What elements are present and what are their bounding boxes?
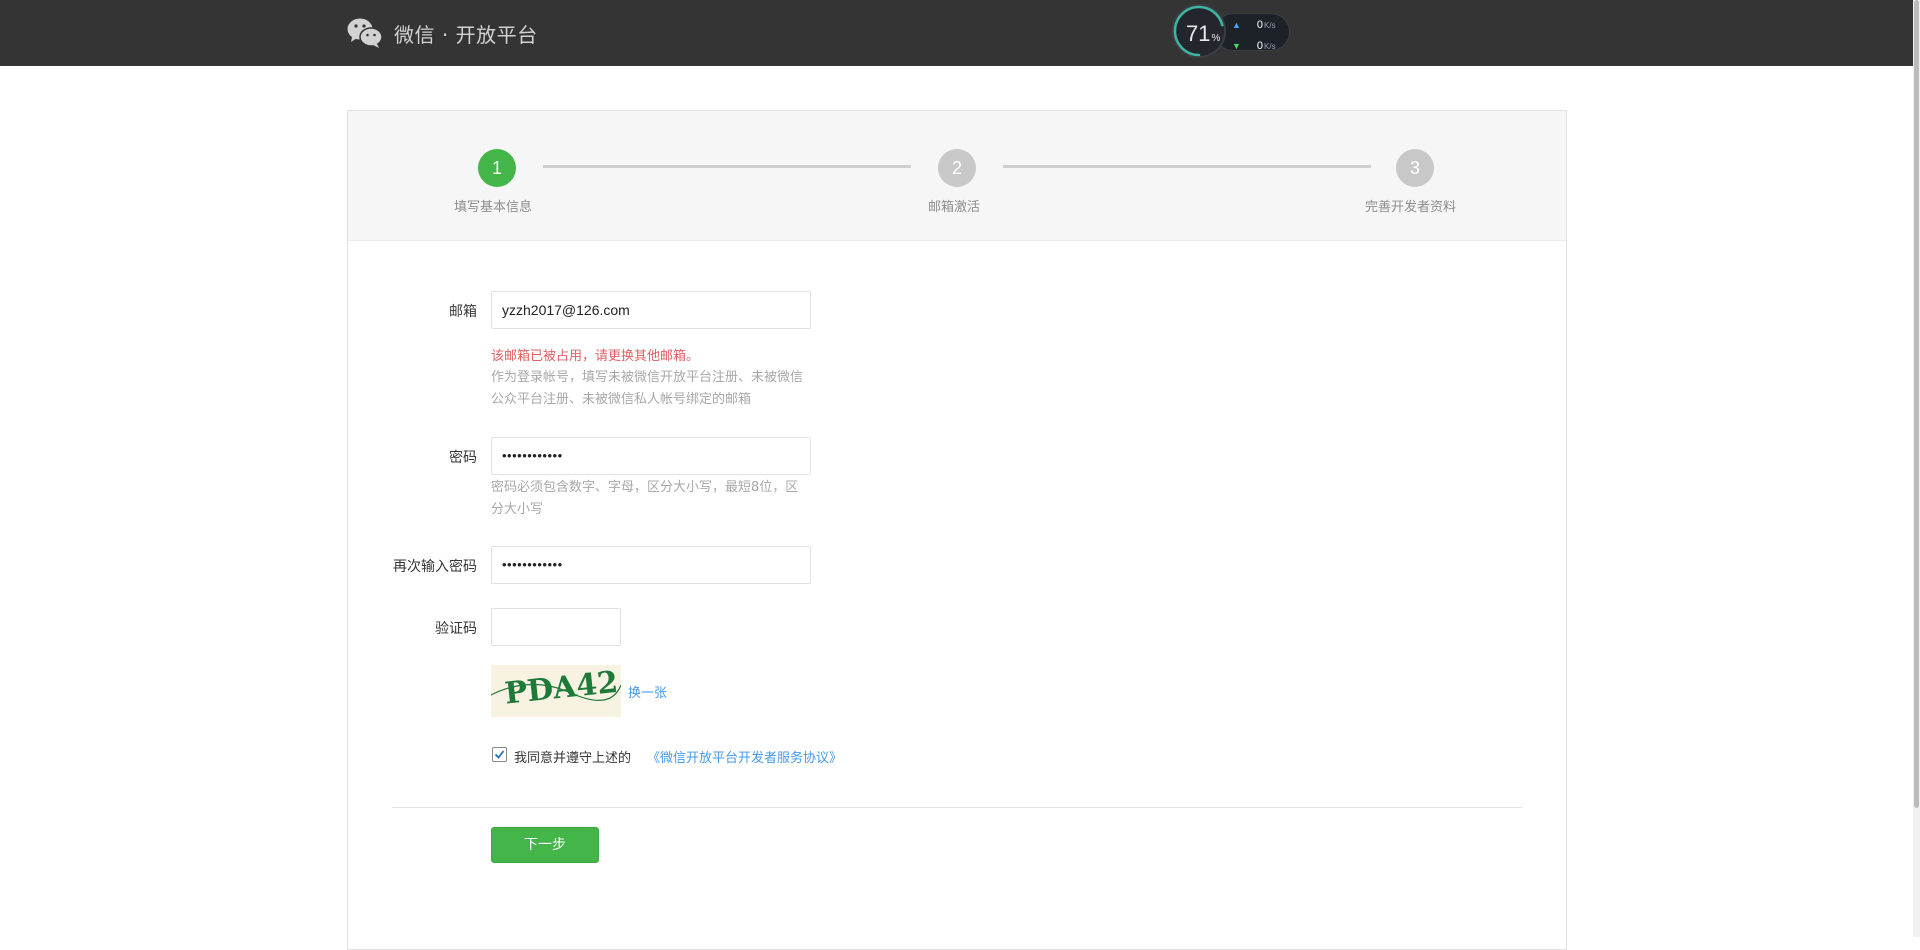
email-label: 邮箱 <box>449 304 477 320</box>
download-speed-unit: K/s <box>1264 41 1276 51</box>
email-error-message: 该邮箱已被占用，请更换其他邮箱。 <box>491 349 700 364</box>
wechat-logo-icon <box>347 18 383 48</box>
step-progress: 1 填写基本信息 2 邮箱激活 3 完善开发者资料 <box>348 111 1566 241</box>
site-title: 微信 · 开放平台 <box>394 22 538 47</box>
upload-speed-unit: K/s <box>1264 20 1276 30</box>
captcha-input[interactable] <box>491 608 621 646</box>
scrollbar-thumb[interactable] <box>1914 0 1919 808</box>
password-label: 密码 <box>449 450 477 466</box>
password-hint: 密码必须包含数字、字母，区分大小写，最短8位，区分大小写 <box>491 480 799 517</box>
step-connector-1-2 <box>543 165 911 168</box>
email-field[interactable]: yzzh2017@126.com <box>491 291 811 329</box>
checkmark-icon <box>494 750 505 759</box>
memory-usage-gauge: 71% <box>1172 4 1226 58</box>
step-2-circle: 2 <box>938 149 976 187</box>
step-3-label: 完善开发者资料 <box>1365 200 1457 215</box>
agreement-link[interactable]: 《微信开放平台开发者服务协议》 <box>647 747 842 766</box>
logo[interactable]: 微信 · 开放平台 <box>347 17 538 49</box>
refresh-captcha-link[interactable]: 换一张 <box>628 682 667 701</box>
captcha-image[interactable]: PDA42 <box>491 665 621 717</box>
form-divider <box>392 807 1522 808</box>
next-step-button[interactable]: 下一步 <box>491 827 599 863</box>
page-scrollbar[interactable] <box>1913 0 1920 937</box>
confirm-password-field[interactable]: •••••••••••• <box>491 546 811 584</box>
agreement-text: 我同意并遵守上述的 <box>514 751 632 766</box>
email-hint: 作为登录帐号，填写未被微信开放平台注册、未被微信公众平台注册、未被微信私人帐号绑… <box>491 370 804 407</box>
upload-speed: ▲ 0 K/s <box>1232 19 1276 31</box>
agreement-checkbox[interactable] <box>492 747 507 762</box>
download-speed: ▼ 0 K/s <box>1232 40 1276 52</box>
password-field[interactable]: •••••••••••• <box>491 437 811 475</box>
step-2-label: 邮箱激活 <box>928 200 981 215</box>
upload-speed-value: 0 <box>1256 19 1264 31</box>
confirm-password-label: 再次输入密码 <box>393 559 477 575</box>
step-connector-2-3 <box>1003 165 1371 168</box>
upload-arrow-icon: ▲ <box>1232 20 1241 30</box>
step-1-circle: 1 <box>478 149 516 187</box>
gauge-percent-unit: % <box>1211 33 1221 44</box>
captcha-label: 验证码 <box>435 621 477 637</box>
registration-panel: 1 填写基本信息 2 邮箱激活 3 完善开发者资料 邮箱 yzzh2017@12… <box>347 110 1567 950</box>
gauge-percent: 71 <box>1186 21 1211 46</box>
download-speed-value: 0 <box>1256 40 1264 52</box>
step-3-circle: 3 <box>1396 149 1434 187</box>
captcha-graphic: PDA42 <box>491 665 621 712</box>
top-header: 微信 · 开放平台 71% ▲ 0 K/s ▼ 0 K/s <box>0 0 1913 66</box>
step-1-label: 填写基本信息 <box>454 200 533 215</box>
download-arrow-icon: ▼ <box>1232 41 1241 51</box>
network-speed-widget[interactable]: 71% ▲ 0 K/s ▼ 0 K/s <box>1172 4 1290 58</box>
captcha-text: PDA42 <box>503 665 620 712</box>
